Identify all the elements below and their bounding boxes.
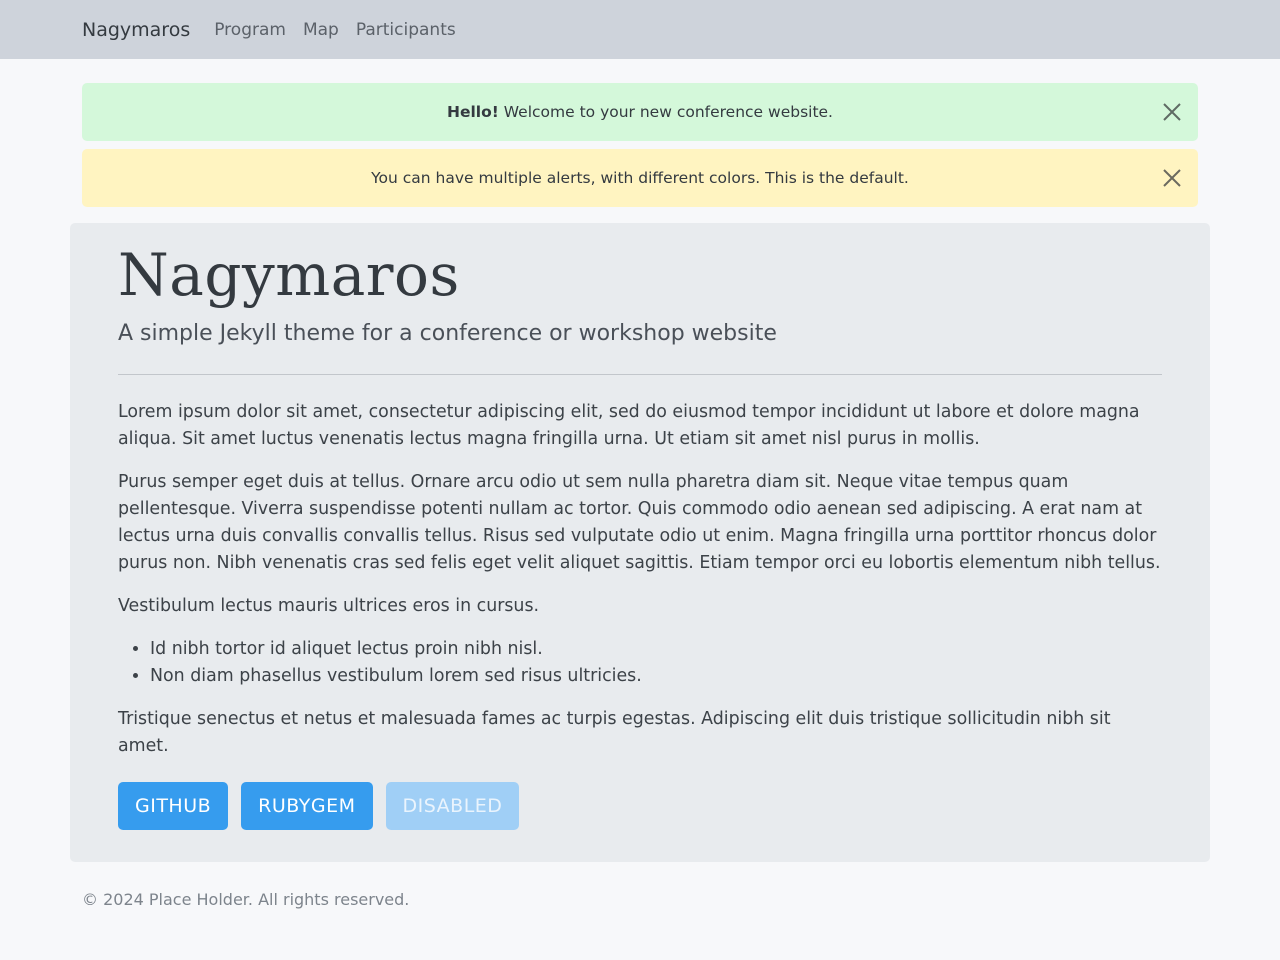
paragraph-2: Purus semper eget duis at tellus. Ornare…	[118, 471, 1161, 573]
alert-welcome-message: Hello! Welcome to your new conference we…	[447, 103, 833, 121]
divider	[118, 373, 1162, 375]
navbar: Nagymaros Program Map Participants	[0, 0, 1280, 59]
alert-multiple: You can have multiple alerts, with diffe…	[82, 149, 1198, 207]
copyright-text: © 2024 Place Holder. All rights reserved…	[82, 889, 410, 909]
alert-multiple-close-button[interactable]	[1160, 166, 1184, 190]
footer: © 2024 Place Holder. All rights reserved…	[0, 862, 1280, 937]
nav-links: Program Map Participants	[214, 20, 455, 40]
rubygem-button[interactable]: RUBYGEM	[241, 781, 373, 830]
alert-welcome: Hello! Welcome to your new conference we…	[82, 83, 1198, 141]
list-item: Non diam phasellus vestibulum lorem sed …	[150, 663, 1162, 690]
page-title: Nagymaros	[118, 241, 460, 309]
nav-link-participants[interactable]: Participants	[356, 20, 456, 40]
github-button[interactable]: GITHUB	[118, 781, 229, 830]
close-icon	[1163, 169, 1181, 187]
alert-welcome-strong: Hello!	[447, 103, 499, 121]
paragraph-closing: Tristique senectus et netus et malesuada…	[118, 708, 1111, 756]
body-text: Lorem ipsum dolor sit amet, consectetur …	[118, 399, 1162, 760]
alert-multiple-text: You can have multiple alerts, with diffe…	[371, 169, 909, 187]
alert-welcome-close-button[interactable]	[1160, 100, 1184, 124]
paragraph-1: Lorem ipsum dolor sit amet, consectetur …	[118, 401, 1140, 449]
alerts-container: Hello! Welcome to your new conference we…	[0, 59, 1280, 207]
disabled-button: DISABLED	[385, 781, 520, 830]
nav-link-map[interactable]: Map	[303, 20, 339, 40]
jumbotron: Nagymaros A simple Jekyll theme for a co…	[70, 223, 1210, 862]
paragraph-3: Vestibulum lectus mauris ultrices eros i…	[118, 595, 540, 616]
list-item: Id nibh tortor id aliquet lectus proin n…	[150, 636, 1162, 663]
page-subtitle: A simple Jekyll theme for a conference o…	[118, 320, 777, 346]
navbar-brand[interactable]: Nagymaros	[82, 19, 190, 41]
button-row: GITHUB RUBYGEM DISABLED	[118, 781, 1162, 830]
nav-link-program[interactable]: Program	[214, 20, 286, 40]
bullet-list: Id nibh tortor id aliquet lectus proin n…	[150, 636, 1162, 690]
alert-welcome-text: Welcome to your new conference website.	[498, 103, 833, 121]
close-icon	[1163, 103, 1181, 121]
